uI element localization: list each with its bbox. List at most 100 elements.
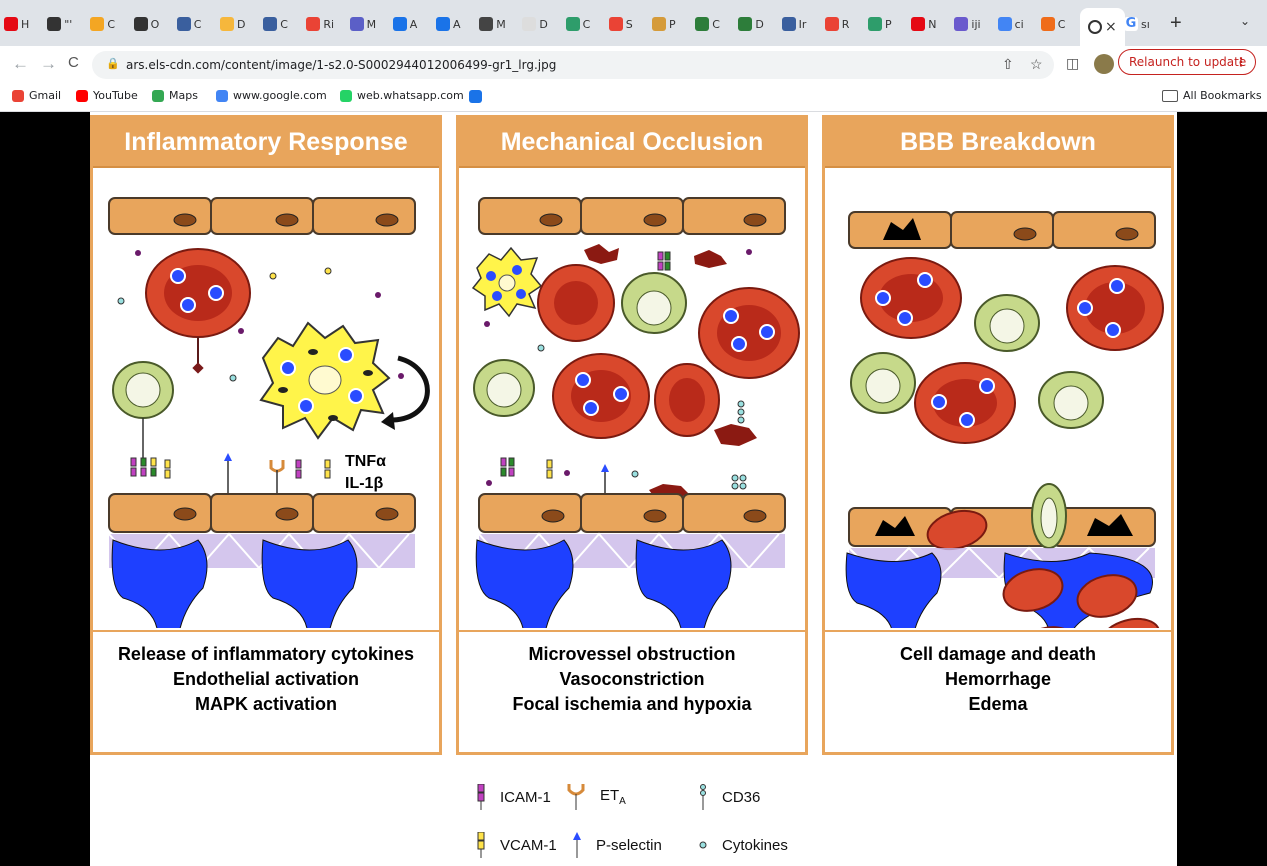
- lock-icon: 🔒: [106, 58, 120, 70]
- endothelium-top: [478, 197, 786, 235]
- platelet: [584, 244, 619, 264]
- tab-18[interactable]: Ir: [781, 13, 820, 35]
- panel-title: Inflammatory Response: [93, 118, 439, 168]
- tab-24[interactable]: C: [1040, 13, 1079, 35]
- bookmark-youtube[interactable]: YouTube: [76, 89, 138, 102]
- tab-favicon-icon: [781, 17, 796, 31]
- youtube-icon: [76, 89, 88, 102]
- tab-0[interactable]: H: [4, 13, 42, 35]
- tab-11[interactable]: M: [479, 13, 517, 35]
- adhesion-molecules: [130, 453, 331, 496]
- astrocyte-foot: [845, 552, 942, 628]
- tab-8[interactable]: M: [349, 13, 388, 35]
- jio-bookmark-icon[interactable]: [469, 90, 482, 103]
- side-panel-icon[interactable]: ◫: [1066, 55, 1079, 72]
- panel-title: Mechanical Occlusion: [459, 118, 805, 168]
- tab-14[interactable]: S: [608, 13, 647, 35]
- bookmark-maps[interactable]: Maps: [152, 89, 198, 102]
- tab-favicon-icon: [392, 17, 407, 31]
- tab-search-button[interactable]: ⌄: [1240, 14, 1250, 28]
- panel-bbb-breakdown: BBB Breakdown Cell damage and death Hemo…: [822, 115, 1174, 755]
- panel-inflammatory-response: Inflammatory Response TNFα IL-1β Release…: [90, 115, 442, 755]
- tab-22[interactable]: iji: [954, 13, 992, 35]
- inflammatory-illustration: TNFα IL-1β: [108, 197, 430, 628]
- endothelium-top: [108, 197, 416, 235]
- url-text: ars.els-cdn.com/content/image/1-s2.0-S00…: [126, 58, 557, 72]
- profile-avatar[interactable]: [1094, 54, 1114, 74]
- tab-15[interactable]: P: [652, 13, 690, 35]
- cytokine-icon: [699, 841, 707, 849]
- p-selectin-icon: [573, 832, 581, 858]
- tab-google[interactable]: G sı: [1124, 13, 1150, 35]
- tab-favicon-icon: [824, 17, 839, 31]
- astrocyte-foot: [475, 539, 574, 628]
- share-icon[interactable]: ⇧: [1002, 56, 1014, 73]
- address-bar[interactable]: 🔒 ars.els-cdn.com/content/image/1-s2.0-S…: [92, 51, 1054, 79]
- tab-favicon-icon: [4, 17, 18, 31]
- tab-favicon-icon: [608, 17, 623, 31]
- legend-cd36: CD36: [698, 784, 760, 810]
- tab-close-button[interactable]: ×: [1105, 19, 1117, 35]
- tab-favicon-icon: [436, 17, 450, 31]
- maps-icon: [152, 89, 164, 102]
- back-button[interactable]: ←: [12, 54, 29, 74]
- tab-16[interactable]: C: [695, 13, 733, 35]
- tab-12[interactable]: D: [522, 13, 560, 35]
- legend-eta: ETA: [566, 784, 626, 810]
- vcam-icon: [477, 832, 485, 858]
- tab-favicon-icon: [90, 17, 105, 31]
- tab-17[interactable]: D: [738, 13, 776, 35]
- panel-divider: [459, 630, 805, 632]
- tab-1[interactable]: "': [47, 13, 85, 35]
- tab-favicon-icon: [306, 17, 321, 31]
- tab-13[interactable]: C: [565, 13, 604, 35]
- tab-favicon-icon: [220, 17, 234, 31]
- tab-strip: H "' C O C D C Ri M A A M D C S P C D Ir R P Niji ci C × G sı +…: [0, 0, 1267, 46]
- tab-10[interactable]: A: [436, 13, 474, 35]
- tab-5[interactable]: D: [220, 13, 258, 35]
- google-icon: [216, 89, 228, 102]
- tab-4[interactable]: C: [176, 13, 215, 35]
- bbb-illustration: [845, 211, 1164, 628]
- tab-23[interactable]: ci: [997, 13, 1036, 35]
- new-tab-button[interactable]: +: [1170, 12, 1182, 35]
- toolbar: ← → C 🔒 ars.els-cdn.com/content/image/1-…: [0, 46, 1267, 84]
- tab-favicon-icon: [263, 17, 278, 31]
- tab-favicon-icon: [479, 17, 494, 31]
- endothelium-bottom: [848, 507, 1156, 547]
- tab-favicon-icon: [695, 17, 710, 31]
- bookmark-web-whatsapp-com[interactable]: web.whatsapp.com: [340, 89, 464, 102]
- tab-active[interactable]: ×: [1080, 8, 1125, 46]
- tab-21[interactable]: N: [911, 13, 949, 35]
- tab-favicon-icon: [176, 17, 191, 31]
- gmail-icon: [12, 89, 24, 102]
- tab-favicon-icon: [997, 17, 1012, 31]
- tab-20[interactable]: P: [868, 13, 906, 35]
- reload-button[interactable]: C: [68, 54, 79, 71]
- panel-caption: Cell damage and death Hemorrhage Edema: [899, 644, 1097, 714]
- folder-icon: [1162, 89, 1178, 102]
- platelet: [694, 250, 727, 268]
- astrocyte-foot: [635, 539, 732, 628]
- bookmark-star-icon[interactable]: ☆: [1030, 56, 1043, 73]
- tab-favicon-icon: [738, 17, 753, 31]
- bookmark-www-google-com[interactable]: www.google.com: [216, 89, 327, 102]
- panel-caption: Release of inflammatory cytokines Endoth…: [117, 644, 415, 714]
- tab-9[interactable]: A: [392, 13, 431, 35]
- all-bookmarks-button[interactable]: All Bookmarks: [1162, 89, 1262, 102]
- tab-favicon-icon: [133, 17, 148, 31]
- tab-2[interactable]: C: [90, 13, 128, 35]
- bookmark-gmail[interactable]: Gmail: [12, 89, 61, 102]
- tab-favicon-icon: [911, 17, 926, 31]
- more-menu-icon[interactable]: ⋮: [1235, 55, 1247, 69]
- tab-19[interactable]: R: [824, 13, 863, 35]
- tab-6[interactable]: C: [263, 13, 301, 35]
- tab-favicon-icon: [522, 17, 537, 31]
- tab-7[interactable]: Ri: [306, 13, 344, 35]
- google-icon: G: [1124, 16, 1138, 31]
- relaunch-button[interactable]: Relaunch to update ⋮: [1118, 49, 1256, 75]
- endothelium-bottom: [478, 493, 786, 533]
- tab-3[interactable]: O: [133, 13, 172, 35]
- tab-favicon-icon: [349, 17, 364, 31]
- forward-button[interactable]: →: [40, 54, 57, 74]
